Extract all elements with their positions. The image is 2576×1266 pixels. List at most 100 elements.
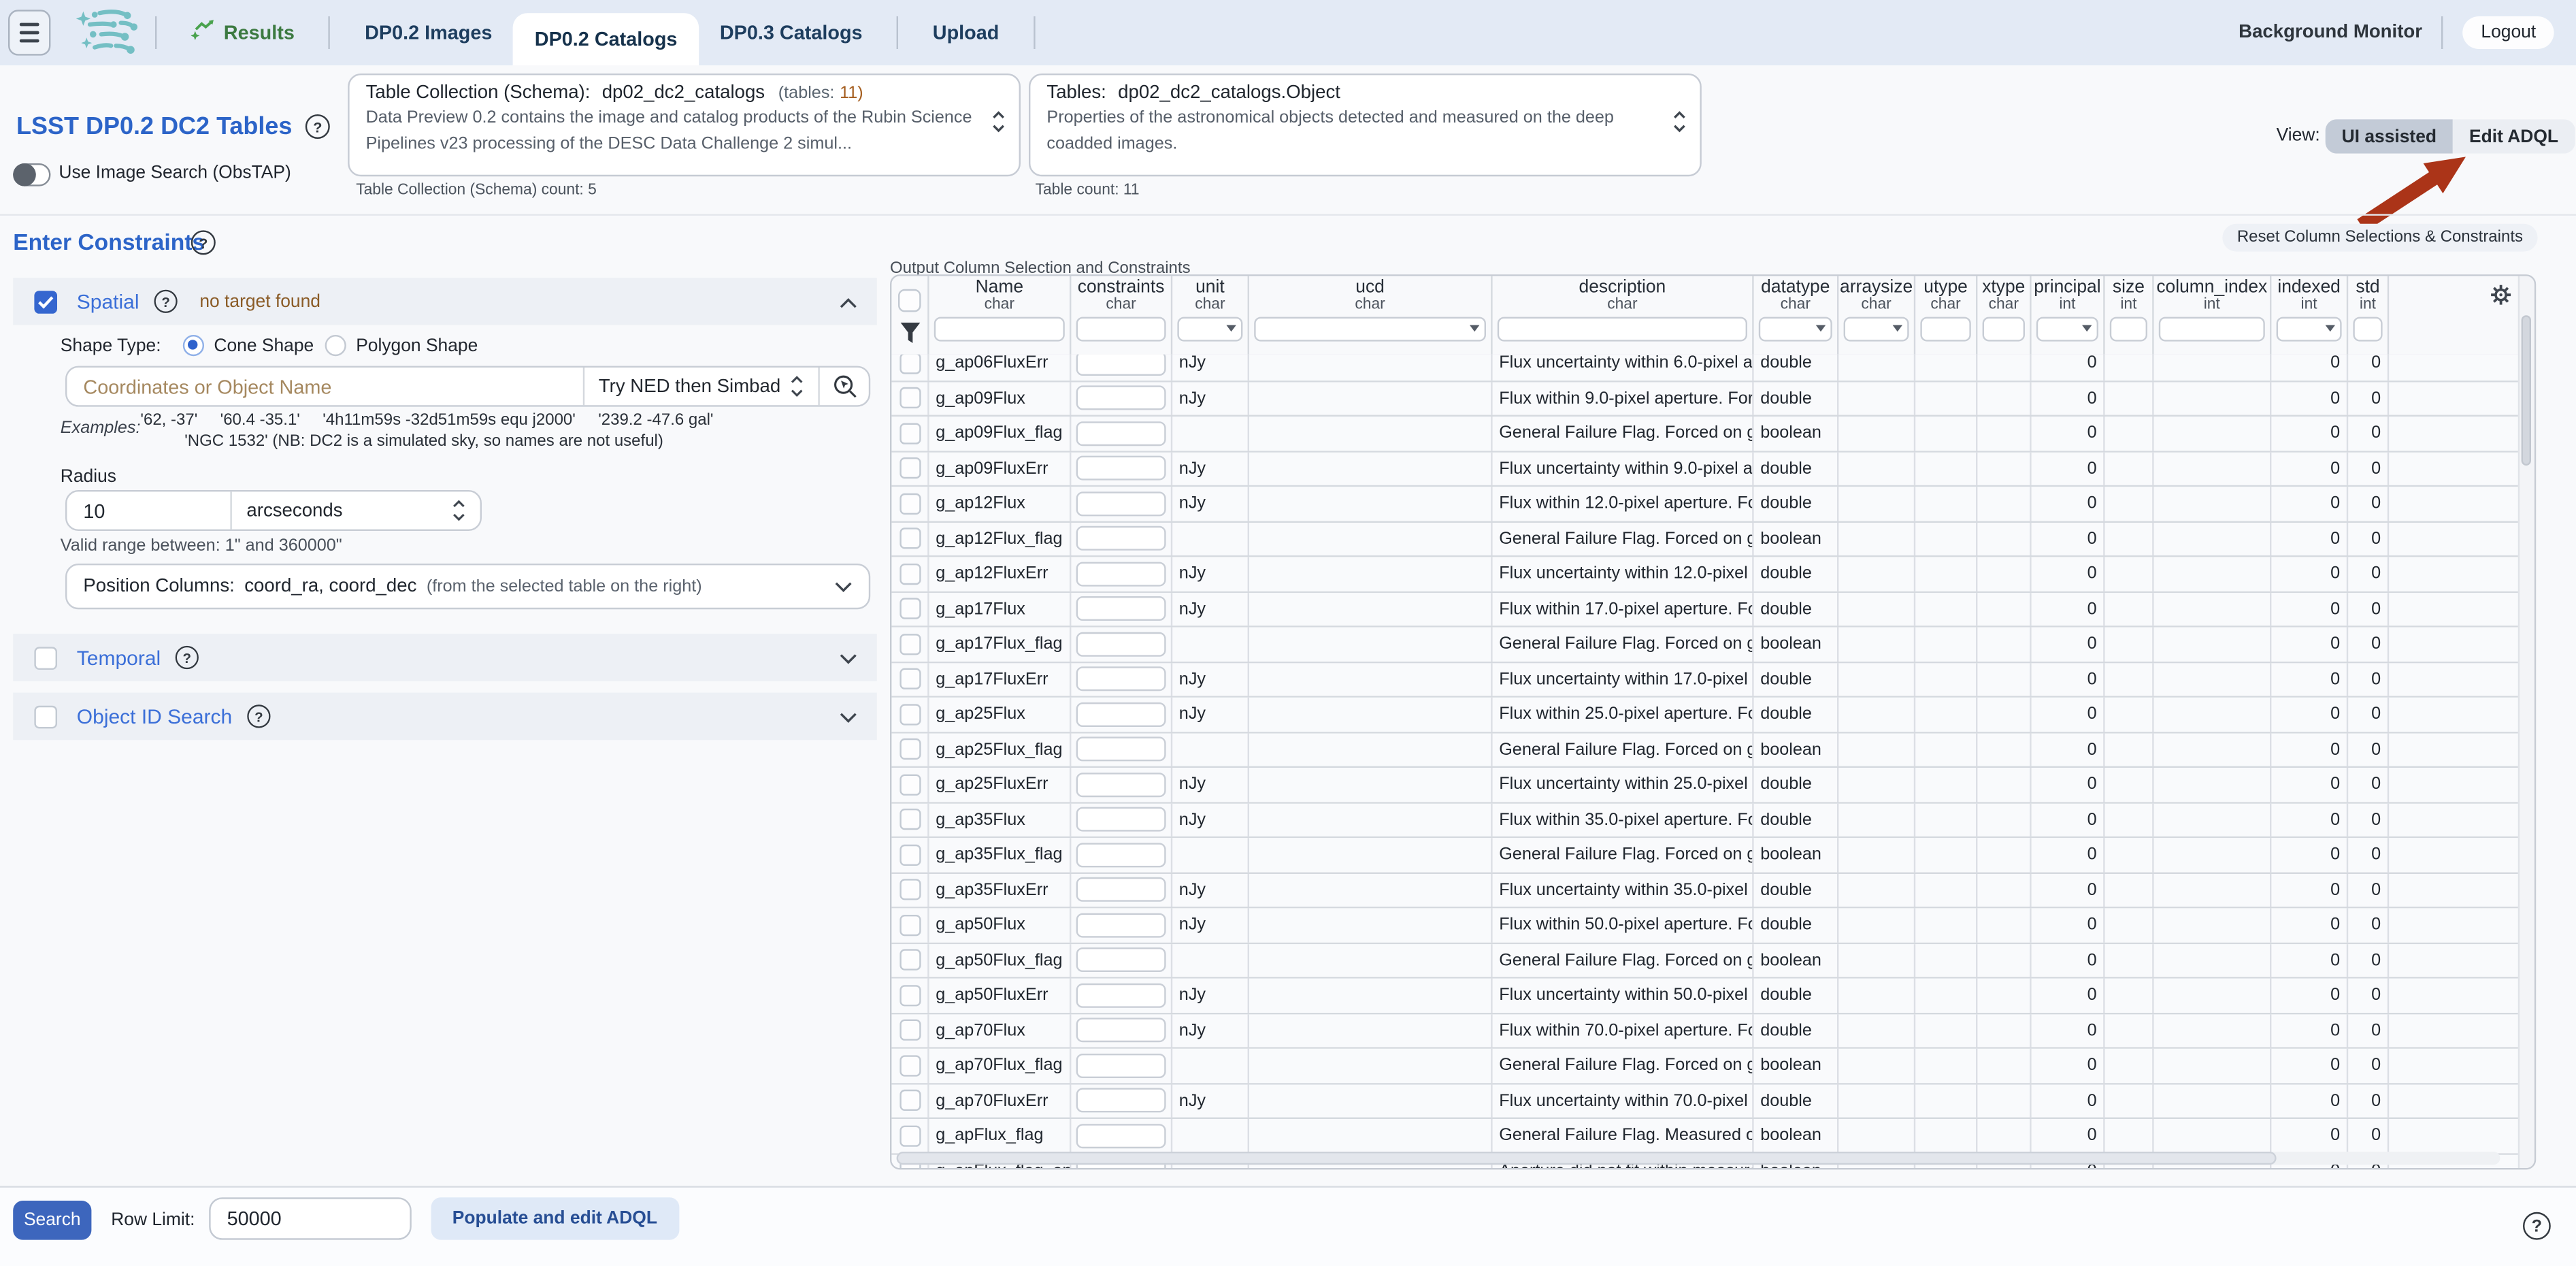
chevron-down-icon[interactable] bbox=[840, 702, 857, 731]
object-id-checkbox[interactable] bbox=[34, 705, 57, 728]
constraint-input[interactable] bbox=[1076, 667, 1166, 692]
chevron-up-icon[interactable] bbox=[840, 287, 857, 316]
constraint-input[interactable] bbox=[1076, 877, 1166, 902]
background-monitor-button[interactable]: Background Monitor bbox=[2239, 23, 2422, 43]
column-header-ucd[interactable]: ucdchar bbox=[1249, 276, 1493, 355]
column-header-indexed[interactable]: indexedint bbox=[2271, 276, 2348, 355]
schema-stepper-icon[interactable] bbox=[991, 110, 1006, 141]
row-checkbox[interactable] bbox=[899, 985, 920, 1006]
column-header-xtype[interactable]: xtypechar bbox=[1977, 276, 2031, 355]
tab-upload[interactable]: Upload bbox=[912, 0, 1021, 65]
filter-select-unit[interactable] bbox=[1177, 318, 1242, 342]
row-checkbox[interactable] bbox=[899, 774, 920, 795]
constraint-input[interactable] bbox=[1076, 983, 1166, 1007]
column-header-std[interactable]: stdint bbox=[2348, 276, 2389, 355]
schema-combobox[interactable]: Table Collection (Schema): dp02_dc2_cata… bbox=[348, 74, 1021, 176]
filter-input-constraints[interactable] bbox=[1076, 318, 1166, 342]
vertical-scrollbar[interactable] bbox=[2518, 276, 2534, 1168]
constraint-input[interactable] bbox=[1076, 1053, 1166, 1077]
view-ui-assisted-button[interactable]: UI assisted bbox=[2326, 119, 2453, 153]
constraint-input[interactable] bbox=[1076, 737, 1166, 762]
column-header-principal[interactable]: principalint bbox=[2032, 276, 2105, 355]
spatial-section-header[interactable]: Spatial ? no target found bbox=[13, 278, 877, 325]
row-limit-input[interactable] bbox=[209, 1197, 412, 1239]
tab-dp02-images[interactable]: DP0.2 Images bbox=[344, 0, 514, 65]
filter-select-indexed[interactable] bbox=[2277, 318, 2342, 342]
radius-unit-select[interactable]: arcseconds bbox=[232, 491, 480, 529]
column-header-datatype[interactable]: datatypechar bbox=[1754, 276, 1839, 355]
temporal-help-icon[interactable]: ? bbox=[176, 646, 199, 669]
filter-select-principal[interactable] bbox=[2036, 318, 2098, 342]
constraint-input[interactable] bbox=[1076, 526, 1166, 551]
table-options-gear-icon[interactable] bbox=[2490, 285, 2511, 306]
row-checkbox[interactable] bbox=[899, 738, 920, 760]
coordinates-input[interactable] bbox=[67, 375, 582, 398]
filter-select-ucd[interactable] bbox=[1254, 318, 1486, 342]
row-checkbox[interactable] bbox=[899, 423, 920, 444]
tables-combobox[interactable]: Tables: dp02_dc2_catalogs.Object Propert… bbox=[1029, 74, 1702, 176]
row-checkbox[interactable] bbox=[899, 809, 920, 830]
constraint-input[interactable] bbox=[1076, 1088, 1166, 1113]
filter-select-datatype[interactable] bbox=[1759, 318, 1832, 342]
image-search-toggle[interactable] bbox=[13, 163, 50, 186]
constraint-input[interactable] bbox=[1076, 807, 1166, 832]
constraint-input[interactable] bbox=[1076, 843, 1166, 867]
row-checkbox[interactable] bbox=[899, 704, 920, 725]
filter-input-utype[interactable] bbox=[1920, 318, 1970, 342]
filter-input-std[interactable] bbox=[2353, 318, 2382, 342]
tab-dp02-catalogs[interactable]: DP0.2 Catalogs bbox=[514, 13, 699, 65]
filter-funnel-icon[interactable] bbox=[899, 322, 920, 345]
row-checkbox[interactable] bbox=[899, 493, 920, 514]
row-checkbox[interactable] bbox=[899, 1125, 920, 1146]
filter-input-description[interactable] bbox=[1498, 318, 1747, 342]
row-checkbox[interactable] bbox=[899, 634, 920, 655]
page-help-icon[interactable]: ? bbox=[2523, 1212, 2551, 1240]
row-checkbox[interactable] bbox=[899, 950, 920, 971]
constraint-input[interactable] bbox=[1076, 1018, 1166, 1043]
constraint-input[interactable] bbox=[1076, 386, 1166, 410]
column-header-size[interactable]: sizeint bbox=[2105, 276, 2154, 355]
constraint-input[interactable] bbox=[1076, 702, 1166, 726]
column-header-utype[interactable]: utypechar bbox=[1915, 276, 1977, 355]
hamburger-menu-icon[interactable] bbox=[8, 10, 50, 55]
resolve-search-icon[interactable] bbox=[820, 368, 869, 405]
column-header-name[interactable]: Namechar bbox=[929, 276, 1072, 355]
object-id-section-header[interactable]: Object ID Search ? bbox=[13, 693, 877, 741]
logout-button[interactable]: Logout bbox=[2463, 16, 2554, 49]
row-checkbox[interactable] bbox=[899, 563, 920, 584]
row-checkbox[interactable] bbox=[899, 1090, 920, 1111]
resolver-select[interactable]: Try NED then Simbad bbox=[584, 368, 818, 405]
row-checkbox[interactable] bbox=[899, 458, 920, 479]
spatial-checkbox[interactable] bbox=[34, 290, 57, 313]
search-button[interactable]: Search bbox=[13, 1201, 91, 1240]
temporal-checkbox[interactable] bbox=[34, 646, 57, 669]
view-edit-adql-button[interactable]: Edit ADQL bbox=[2453, 119, 2575, 153]
constraint-input[interactable] bbox=[1076, 562, 1166, 586]
column-header-arraysize[interactable]: arraysizechar bbox=[1838, 276, 1915, 355]
row-checkbox[interactable] bbox=[899, 1020, 920, 1041]
tab-results[interactable]: Results bbox=[170, 0, 316, 65]
radius-input[interactable] bbox=[67, 499, 230, 522]
tables-stepper-icon[interactable] bbox=[1672, 110, 1687, 141]
row-checkbox[interactable] bbox=[899, 844, 920, 865]
column-header-column_index[interactable]: column_indexint bbox=[2154, 276, 2272, 355]
temporal-section-header[interactable]: Temporal ? bbox=[13, 634, 877, 681]
filter-select-arraysize[interactable] bbox=[1844, 318, 1909, 342]
row-checkbox[interactable] bbox=[899, 387, 920, 408]
constraint-input[interactable] bbox=[1076, 948, 1166, 973]
row-checkbox[interactable] bbox=[899, 1055, 920, 1076]
row-checkbox[interactable] bbox=[899, 879, 920, 900]
row-checkbox[interactable] bbox=[899, 355, 920, 374]
column-header-constraints[interactable]: constraintschar bbox=[1071, 276, 1172, 355]
position-columns-select[interactable]: Position Columns: coord_ra, coord_dec (f… bbox=[65, 564, 870, 609]
constraint-input[interactable] bbox=[1076, 1124, 1166, 1148]
select-all-checkbox[interactable] bbox=[898, 289, 921, 312]
tab-dp03-catalogs[interactable]: DP0.3 Catalogs bbox=[699, 0, 884, 65]
tables-help-icon[interactable]: ? bbox=[306, 114, 330, 139]
object-id-help-icon[interactable]: ? bbox=[248, 704, 271, 728]
filter-input-column_index[interactable] bbox=[2159, 318, 2265, 342]
column-header-description[interactable]: descriptionchar bbox=[1493, 276, 1754, 355]
constraint-input[interactable] bbox=[1076, 355, 1166, 376]
constraint-input[interactable] bbox=[1076, 456, 1166, 481]
row-checkbox[interactable] bbox=[899, 598, 920, 619]
